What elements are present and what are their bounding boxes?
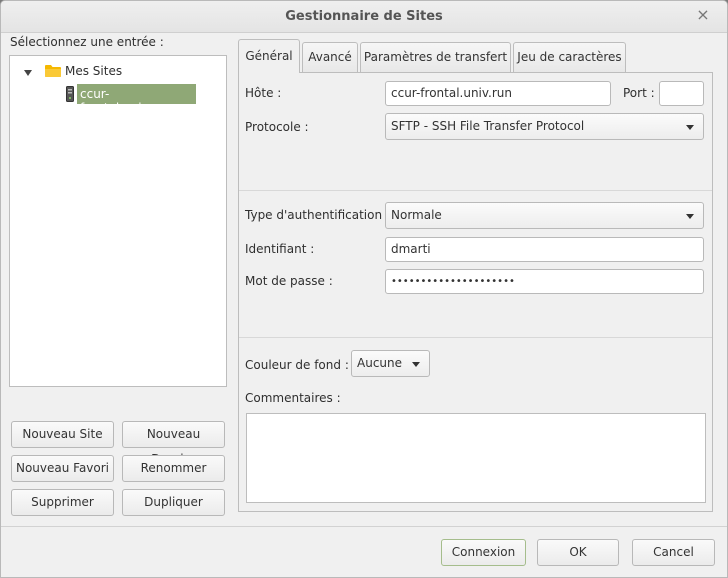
auth-type-select[interactable]: Normale — [385, 202, 704, 229]
bgcolor-label: Couleur de fond : — [245, 358, 349, 372]
tree-root-label[interactable]: Mes Sites — [65, 64, 122, 78]
username-label: Identifiant : — [245, 242, 315, 256]
expand-arrow-icon[interactable] — [24, 70, 32, 76]
bgcolor-select[interactable]: Aucune — [351, 350, 430, 377]
tab-charset[interactable]: Jeu de caractères — [513, 42, 626, 72]
protocol-select[interactable]: SFTP - SSH File Transfer Protocol — [385, 113, 704, 140]
tree-item-site-label: ccur-frontal.univ.run — [80, 87, 172, 115]
protocol-label: Protocole : — [245, 120, 309, 134]
tab-transfer-settings[interactable]: Paramètres de transfert — [360, 42, 511, 72]
folder-icon — [45, 65, 61, 77]
comments-textarea[interactable] — [246, 413, 706, 503]
site-manager-window: Gestionnaire de Sites × Sélectionnez une… — [0, 0, 728, 578]
connect-button[interactable]: Connexion — [441, 539, 526, 566]
chevron-down-icon — [412, 362, 420, 367]
divider — [239, 337, 712, 338]
footer-divider — [1, 526, 727, 527]
chevron-down-icon — [686, 214, 694, 219]
cancel-button[interactable]: Cancel — [632, 539, 715, 566]
port-input[interactable] — [659, 81, 704, 106]
host-label: Hôte : — [245, 86, 282, 100]
host-input[interactable]: ccur-frontal.univ.run — [385, 81, 611, 106]
comments-label: Commentaires : — [245, 391, 341, 405]
new-folder-button[interactable]: Nouveau Dossier — [122, 421, 225, 466]
password-label: Mot de passe : — [245, 274, 333, 288]
bgcolor-value: Aucune — [357, 356, 403, 370]
port-label: Port : — [623, 86, 655, 100]
server-icon — [66, 86, 74, 102]
site-tree[interactable]: Mes Sites ccur-frontal.univ.run — [9, 55, 227, 387]
delete-button[interactable]: Supprimer — [11, 489, 114, 516]
auth-type-label: Type d'authentification : — [245, 208, 390, 222]
username-input[interactable]: dmarti — [385, 237, 704, 262]
close-icon[interactable]: × — [695, 7, 711, 23]
rename-button[interactable]: Renommer — [122, 455, 225, 482]
new-bookmark-button[interactable]: Nouveau Favori — [11, 455, 114, 482]
protocol-value: SFTP - SSH File Transfer Protocol — [391, 119, 585, 133]
tab-general[interactable]: Général — [238, 39, 300, 73]
title-bar: Gestionnaire de Sites × — [1, 1, 727, 33]
password-input[interactable]: ••••••••••••••••••••• — [385, 269, 704, 294]
auth-type-value: Normale — [391, 208, 442, 222]
ok-button[interactable]: OK — [537, 539, 619, 566]
tab-advanced[interactable]: Avancé — [302, 42, 358, 72]
tree-item-site[interactable]: ccur-frontal.univ.run — [77, 84, 196, 115]
new-site-button[interactable]: Nouveau Site — [11, 421, 114, 448]
select-entry-label: Sélectionnez une entrée : — [10, 35, 164, 49]
chevron-down-icon — [686, 125, 694, 130]
divider — [239, 190, 712, 191]
duplicate-button[interactable]: Dupliquer — [122, 489, 225, 516]
general-panel: Hôte : ccur-frontal.univ.run Port : Prot… — [238, 72, 713, 512]
window-title: Gestionnaire de Sites — [285, 9, 443, 24]
